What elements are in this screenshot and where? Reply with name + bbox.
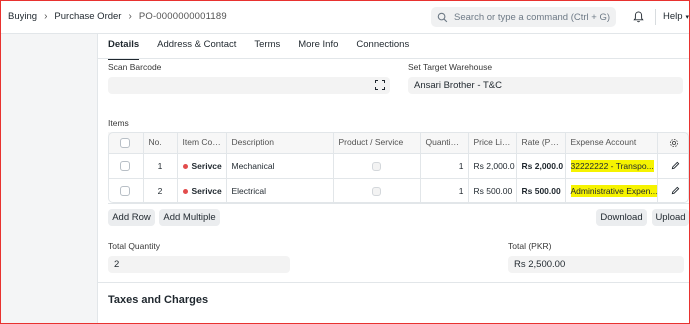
upload-button[interactable]: Upload bbox=[652, 209, 689, 226]
column-header-expense-account: Expense Account bbox=[565, 132, 658, 153]
table-row[interactable]: 2 Serivce Electrical 1 Rs 500.00 Rs 500.… bbox=[108, 177, 689, 204]
description-cell[interactable]: Electrical bbox=[226, 177, 334, 204]
scan-barcode-input[interactable] bbox=[108, 77, 390, 94]
navbar-divider bbox=[655, 9, 656, 25]
top-navbar: Buying › Purchase Order › PO-00000000011… bbox=[0, 0, 690, 34]
items-section-label: Items bbox=[108, 118, 129, 128]
search-placeholder: Search or type a command (Ctrl + G) bbox=[454, 11, 611, 23]
search-icon bbox=[437, 12, 448, 22]
row-select-cell[interactable] bbox=[108, 152, 144, 178]
rate-cell[interactable]: Rs 500.00 bbox=[516, 177, 566, 204]
status-dot-icon bbox=[182, 188, 188, 194]
column-header-description: Description bbox=[226, 132, 334, 153]
row-number: 2 bbox=[143, 177, 178, 204]
column-header-item-code: Item Co… bbox=[177, 132, 227, 153]
quantity-cell[interactable]: 1 bbox=[420, 152, 469, 178]
column-header-product-service: Product / Service bbox=[333, 132, 421, 153]
item-code: Serivce bbox=[191, 185, 222, 196]
expense-account-cell[interactable]: Administrative Expen... bbox=[565, 177, 658, 204]
table-row[interactable]: 1 Serivce Mechanical 1 Rs 2,000.0 Rs 2,0… bbox=[108, 152, 689, 178]
target-warehouse-label: Set Target Warehouse bbox=[408, 62, 493, 72]
chevron-down-icon: ▾ bbox=[685, 14, 690, 21]
chevron-right-icon: › bbox=[44, 11, 48, 22]
target-warehouse-input[interactable]: Ansari Brother - T&C bbox=[408, 77, 683, 94]
table-header-row: No. Item Co… Description Product / Servi… bbox=[108, 132, 689, 153]
add-row-button[interactable]: Add Row bbox=[108, 209, 155, 226]
pencil-icon[interactable] bbox=[671, 161, 680, 170]
tab-more-info[interactable]: More Info bbox=[298, 39, 338, 59]
row-checkbox[interactable] bbox=[120, 160, 131, 171]
quantity-cell[interactable]: 1 bbox=[420, 177, 469, 204]
chevron-right-icon: › bbox=[128, 11, 132, 22]
tab-terms[interactable]: Terms bbox=[254, 39, 280, 59]
total-quantity-field: 2 bbox=[108, 256, 290, 273]
download-button[interactable]: Download bbox=[596, 209, 647, 226]
total-pkr-field: Rs 2,500.00 bbox=[508, 256, 684, 273]
product-service-checkbox[interactable] bbox=[372, 186, 381, 196]
tab-connections[interactable]: Connections bbox=[356, 39, 409, 59]
row-number: 1 bbox=[143, 152, 178, 178]
help-menu[interactable]: Help ▾ bbox=[663, 11, 689, 22]
gear-icon[interactable] bbox=[669, 138, 679, 148]
pencil-icon[interactable] bbox=[671, 186, 680, 195]
product-service-cell[interactable] bbox=[333, 152, 421, 178]
add-multiple-button[interactable]: Add Multiple bbox=[159, 209, 220, 226]
total-pkr-label: Total (PKR) bbox=[508, 241, 552, 251]
help-label: Help bbox=[663, 11, 683, 22]
select-all-checkbox[interactable] bbox=[120, 137, 131, 148]
column-header-quantity: Quanti… bbox=[420, 132, 469, 153]
total-quantity-label: Total Quantity bbox=[108, 241, 160, 251]
breadcrumb-purchase-order[interactable]: Purchase Order bbox=[54, 11, 121, 22]
column-header-rate: Rate (P… bbox=[516, 132, 566, 153]
breadcrumb-buying[interactable]: Buying bbox=[8, 11, 37, 22]
item-code: Serivce bbox=[191, 160, 222, 171]
breadcrumb-document-id: PO-0000000001189 bbox=[138, 11, 227, 22]
form-tabs: Details Address & Contact Terms More Inf… bbox=[108, 39, 427, 60]
edit-row-cell[interactable] bbox=[657, 177, 689, 204]
product-service-checkbox[interactable] bbox=[372, 161, 381, 171]
edit-row-cell[interactable] bbox=[657, 152, 689, 178]
rate-cell[interactable]: Rs 2,000.0 bbox=[516, 152, 566, 178]
select-all-cell[interactable] bbox=[108, 132, 144, 153]
item-code-cell[interactable]: Serivce bbox=[177, 152, 227, 178]
product-service-cell[interactable] bbox=[333, 177, 421, 204]
expense-account-value: 32222222 - Transpo... bbox=[570, 159, 654, 172]
expense-account-cell[interactable]: 32222222 - Transpo... bbox=[565, 152, 658, 178]
search-bar[interactable]: Search or type a command (Ctrl + G) bbox=[431, 7, 616, 27]
tab-details[interactable]: Details bbox=[108, 39, 140, 60]
item-code-cell[interactable]: Serivce bbox=[177, 177, 227, 204]
breadcrumb: Buying › Purchase Order › PO-00000000011… bbox=[8, 11, 227, 22]
section-divider bbox=[97, 282, 690, 283]
barcode-scan-icon[interactable] bbox=[375, 80, 385, 90]
bell-icon[interactable] bbox=[633, 11, 644, 23]
row-select-cell[interactable] bbox=[108, 177, 144, 204]
status-dot-icon bbox=[182, 163, 188, 169]
items-table: No. Item Co… Description Product / Servi… bbox=[108, 132, 689, 204]
price-list-cell[interactable]: Rs 500.00 bbox=[468, 177, 517, 204]
row-checkbox[interactable] bbox=[120, 185, 131, 196]
price-list-cell[interactable]: Rs 2,000.0 bbox=[468, 152, 517, 178]
column-header-price-list: Price Li… bbox=[468, 132, 517, 153]
tab-address-contact[interactable]: Address & Contact bbox=[157, 39, 236, 59]
scan-barcode-label: Scan Barcode bbox=[108, 62, 162, 72]
column-header-no: No. bbox=[143, 132, 178, 153]
tab-divider bbox=[97, 58, 690, 59]
taxes-section-title: Taxes and Charges bbox=[108, 294, 209, 306]
description-cell[interactable]: Mechanical bbox=[226, 152, 334, 178]
expense-account-value: Administrative Expen... bbox=[570, 184, 657, 197]
